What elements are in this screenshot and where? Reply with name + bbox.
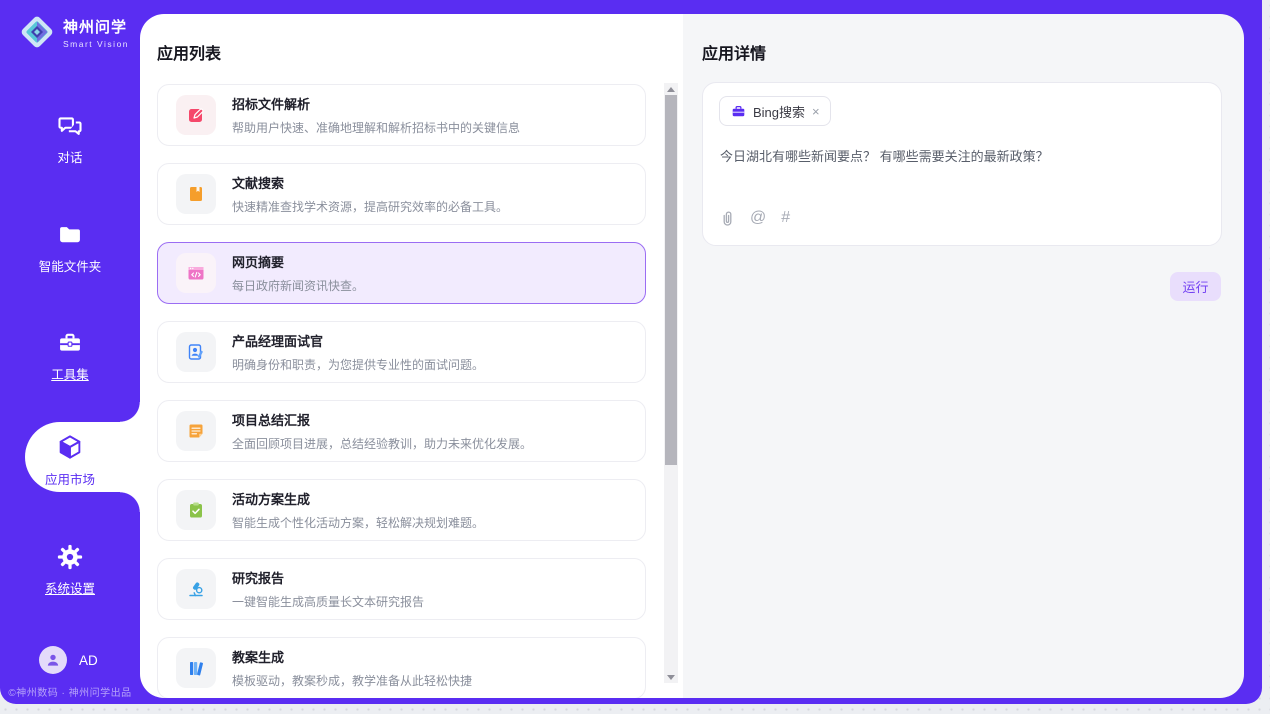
app-desc: 每日政府新闻资讯快查。 [232, 277, 364, 294]
app-name: 网页摘要 [232, 252, 364, 271]
person-icon [45, 652, 61, 668]
list-item-event-plan[interactable]: 活动方案生成 智能生成个性化活动方案，轻松解决规划难题。 [157, 479, 646, 541]
user-name: AD [79, 653, 98, 668]
app-name: 产品经理面试官 [232, 331, 484, 350]
list-item-literature-search[interactable]: 文献搜索 快速精准查找学术资源，提高研究效率的必备工具。 [157, 163, 646, 225]
list-item-bid-analysis[interactable]: 招标文件解析 帮助用户快速、准确地理解和解析招标书中的关键信息 [157, 84, 646, 146]
edit-document-icon [176, 95, 216, 135]
scroll-down-arrow-icon [667, 675, 675, 680]
prompt-card: Bing搜索 × 今日湖北有哪些新闻要点？ 有哪些需要关注的最新政策？ @ # [702, 82, 1222, 246]
app-name: 活动方案生成 [232, 489, 484, 508]
app-detail-panel: 应用详情 Bing搜索 × 今日湖北有哪些新闻要点？ 有哪些需要关注的最新政策？ [683, 14, 1244, 698]
brand: 神州问学 Smart Vision [18, 13, 129, 51]
scroll-up-arrow-icon [667, 87, 675, 92]
app-name: 招标文件解析 [232, 94, 520, 113]
chat-icon [0, 112, 140, 140]
app-list: 招标文件解析 帮助用户快速、准确地理解和解析招标书中的关键信息 文献搜索 快速精… [157, 84, 646, 698]
user-account[interactable]: AD [0, 646, 140, 674]
interviewer-icon [176, 332, 216, 372]
research-icon [176, 569, 216, 609]
brand-name: 神州问学 [63, 16, 129, 37]
active-tab-curve-top [120, 402, 140, 422]
sidebar-item-app-market[interactable]: 应用市场 [0, 432, 140, 488]
avatar [39, 646, 67, 674]
scroll-down-button[interactable] [664, 671, 678, 683]
sidebar-item-settings[interactable]: 系统设置 [0, 543, 140, 597]
scrollbar-thumb[interactable] [665, 95, 677, 465]
input-toolbar: @ # [720, 209, 790, 227]
active-tab-curve-bottom [120, 492, 140, 512]
sidebar-item-label: 工具集 [0, 364, 140, 383]
list-scrollbar[interactable] [664, 83, 678, 683]
app-detail-title: 应用详情 [702, 40, 766, 64]
app-name: 研究报告 [232, 568, 424, 587]
app-list-title: 应用列表 [157, 40, 221, 64]
sidebar-item-label: 对话 [0, 147, 140, 166]
app-desc: 明确身份和职责，为您提供专业性的面试问题。 [232, 356, 484, 373]
sidebar-item-smart-folder[interactable]: 智能文件夹 [0, 221, 140, 275]
books-icon [176, 648, 216, 688]
sidebar: 神州问学 Smart Vision 对话 智能文件夹 [0, 0, 140, 704]
app-desc: 全面回顾项目进展，总结经验教训，助力未来优化发展。 [232, 435, 532, 452]
report-note-icon [176, 411, 216, 451]
list-item-lesson-plan[interactable]: 教案生成 模板驱动，教案秒成，教学准备从此轻松快捷 [157, 637, 646, 698]
paperclip-icon[interactable] [720, 210, 735, 227]
briefcase-icon [731, 104, 746, 119]
tool-tag-label: Bing搜索 [753, 102, 805, 121]
tool-tag-bing-search[interactable]: Bing搜索 × [719, 96, 831, 126]
scroll-up-button[interactable] [664, 83, 678, 95]
list-item-pm-interviewer[interactable]: 产品经理面试官 明确身份和职责，为您提供专业性的面试问题。 [157, 321, 646, 383]
gear-icon [0, 543, 140, 571]
app-desc: 模板驱动，教案秒成，教学准备从此轻松快捷 [232, 672, 472, 689]
hash-icon[interactable]: # [781, 209, 790, 227]
book-icon [176, 174, 216, 214]
folder-icon [0, 221, 140, 249]
brand-logo-icon [18, 13, 56, 51]
app-desc: 帮助用户快速、准确地理解和解析招标书中的关键信息 [232, 119, 520, 136]
sidebar-item-label: 系统设置 [0, 578, 140, 597]
app-name: 教案生成 [232, 647, 472, 666]
run-button[interactable]: 运行 [1170, 272, 1221, 301]
sidebar-footer: ©神州数码 · 神州问学出品 [0, 684, 140, 699]
list-item-research-report[interactable]: 研究报告 一键智能生成高质量长文本研究报告 [157, 558, 646, 620]
app-name: 文献搜索 [232, 173, 508, 192]
clipboard-check-icon [176, 490, 216, 530]
app-list-panel: 应用列表 招标文件解析 帮助用户快速、准确地理解和解析招标书中的关键信息 [140, 14, 683, 698]
at-mention-icon[interactable]: @ [750, 209, 766, 227]
sidebar-item-label: 智能文件夹 [0, 256, 140, 275]
sidebar-item-label: 应用市场 [0, 469, 140, 488]
brand-subtitle: Smart Vision [63, 39, 129, 49]
close-icon[interactable]: × [812, 105, 820, 118]
cube-icon [0, 432, 140, 462]
toolbox-icon [0, 329, 140, 357]
sidebar-item-chat[interactable]: 对话 [0, 112, 140, 166]
query-text-input[interactable]: 今日湖北有哪些新闻要点？ 有哪些需要关注的最新政策？ [720, 147, 1206, 167]
app-name: 项目总结汇报 [232, 410, 532, 429]
sidebar-item-toolset[interactable]: 工具集 [0, 329, 140, 383]
app-desc: 一键智能生成高质量长文本研究报告 [232, 593, 424, 610]
app-desc: 智能生成个性化活动方案，轻松解决规划难题。 [232, 514, 484, 531]
app-desc: 快速精准查找学术资源，提高研究效率的必备工具。 [232, 198, 508, 215]
list-item-project-summary[interactable]: 项目总结汇报 全面回顾项目进展，总结经验教训，助力未来优化发展。 [157, 400, 646, 462]
list-item-web-summary[interactable]: 网页摘要 每日政府新闻资讯快查。 [157, 242, 646, 304]
app-frame: 神州问学 Smart Vision 对话 智能文件夹 [0, 0, 1262, 704]
webpage-code-icon [176, 253, 216, 293]
